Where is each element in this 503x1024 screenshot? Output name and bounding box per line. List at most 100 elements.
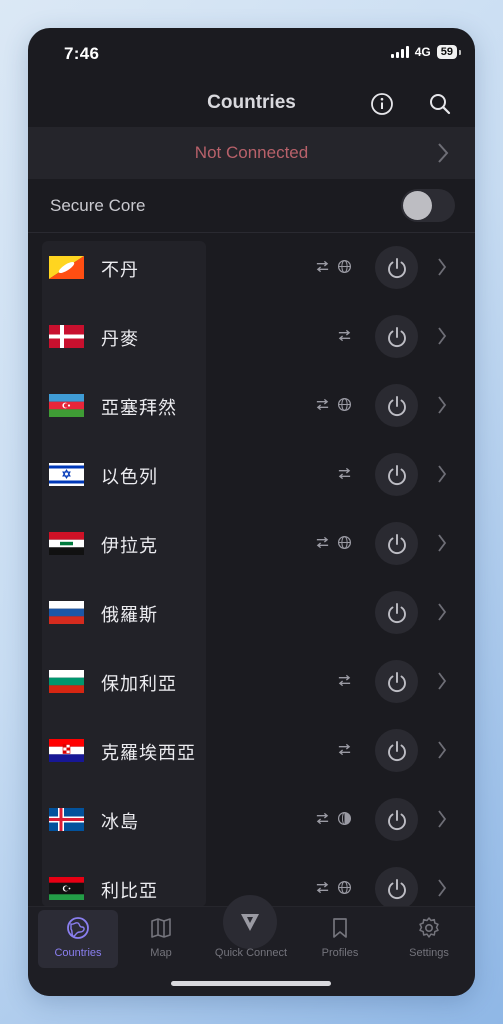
chevron-right-icon	[438, 143, 449, 163]
iraq-flag-icon	[49, 532, 84, 555]
connect-button[interactable]	[375, 522, 418, 565]
chevron-right-icon[interactable]	[437, 671, 447, 696]
country-row[interactable]: 克羅埃西亞	[28, 716, 475, 785]
power-icon	[387, 533, 406, 554]
country-name: 不丹	[101, 260, 139, 280]
chevron-right-icon[interactable]	[437, 257, 447, 282]
tab-countries[interactable]: Countries	[38, 910, 118, 968]
iceland-flag-icon	[49, 808, 84, 831]
battery-level: 59	[436, 45, 462, 59]
chevron-right-icon[interactable]	[437, 740, 447, 765]
tab-quick-connect[interactable]: Quick Connect	[211, 910, 291, 968]
connection-status-bar[interactable]: Not Connected	[28, 127, 475, 179]
country-row[interactable]: 俄羅斯	[28, 578, 475, 647]
country-name: 丹麥	[101, 329, 139, 349]
search-icon	[430, 94, 451, 115]
p2p-icon	[315, 535, 330, 550]
tab-settings[interactable]: Settings	[389, 910, 469, 968]
feature-icons	[315, 535, 352, 550]
feature-icons	[337, 466, 352, 481]
home-indicator	[171, 981, 331, 986]
tab-label: Map	[150, 947, 172, 959]
network-type: 4G	[414, 45, 431, 59]
country-row[interactable]: 亞塞拜然	[28, 371, 475, 440]
map-icon	[151, 918, 171, 938]
connect-button[interactable]	[375, 660, 418, 703]
connect-button[interactable]	[375, 246, 418, 289]
secure-core-label: Secure Core	[50, 196, 146, 215]
libya-flag-icon	[49, 877, 84, 900]
country-name: 保加利亞	[101, 674, 177, 694]
feature-icons	[337, 328, 352, 343]
connect-button[interactable]	[375, 453, 418, 496]
feature-icons	[337, 673, 352, 688]
tab-map[interactable]: Map	[121, 910, 201, 968]
power-icon	[387, 464, 406, 485]
country-name: 冰島	[101, 812, 139, 832]
p2p-icon	[337, 673, 352, 688]
p2p-icon	[315, 811, 330, 826]
connection-status-label: Not Connected	[194, 143, 309, 162]
country-row[interactable]: 伊拉克	[28, 509, 475, 578]
power-icon	[387, 395, 406, 416]
chevron-right-icon[interactable]	[437, 602, 447, 627]
azerbaijan-flag-icon	[49, 394, 84, 417]
country-row[interactable]: 冰島	[28, 785, 475, 854]
power-icon	[387, 740, 406, 761]
bookmark-icon	[333, 918, 347, 938]
denmark-flag-icon	[49, 325, 84, 348]
p2p-icon	[315, 259, 330, 274]
connect-button[interactable]	[375, 591, 418, 634]
power-icon	[387, 326, 406, 347]
chevron-right-icon[interactable]	[437, 395, 447, 420]
country-name: 利比亞	[101, 881, 158, 901]
tab-label: Profiles	[321, 947, 359, 959]
connect-button[interactable]	[375, 798, 418, 841]
tab-bar: Countries Map Quick Connect Profiles Set…	[28, 895, 475, 996]
bhutan-flag-icon	[49, 256, 84, 279]
israel-flag-icon	[49, 463, 84, 486]
power-icon	[387, 602, 406, 623]
tor-icon	[337, 535, 352, 550]
country-name: 亞塞拜然	[101, 398, 177, 418]
chevron-right-icon[interactable]	[437, 809, 447, 834]
info-button[interactable]	[367, 89, 397, 119]
tab-profiles[interactable]: Profiles	[300, 910, 380, 968]
tab-spacer	[239, 916, 263, 940]
country-row[interactable]: 丹麥	[28, 302, 475, 371]
info-icon	[371, 93, 393, 115]
power-icon	[387, 878, 406, 899]
gear-icon	[419, 917, 439, 938]
secure-core-row: Secure Core	[28, 179, 475, 233]
search-button[interactable]	[425, 89, 455, 119]
connect-button[interactable]	[375, 384, 418, 427]
status-time: 7:46	[64, 44, 100, 63]
country-row[interactable]: 以色列	[28, 440, 475, 509]
connect-button[interactable]	[375, 315, 418, 358]
power-icon	[387, 257, 406, 278]
connect-button[interactable]	[375, 867, 418, 907]
chevron-right-icon[interactable]	[437, 533, 447, 558]
signal-icon	[390, 46, 409, 58]
tor-icon	[337, 397, 352, 412]
connect-button[interactable]	[375, 729, 418, 772]
country-list: 不丹丹麥亞塞拜然以色列伊拉克俄羅斯保加利亞克羅埃西亞冰島利比亞	[28, 233, 475, 907]
toggle-knob	[403, 191, 432, 220]
status-bar: 7:46 4G 59	[28, 28, 475, 80]
secure-core-toggle[interactable]	[401, 189, 455, 222]
chevron-right-icon[interactable]	[437, 878, 447, 903]
feature-icons	[337, 742, 352, 757]
bulgaria-flag-icon	[49, 670, 84, 693]
country-name: 伊拉克	[101, 536, 158, 556]
country-row[interactable]: 保加利亞	[28, 647, 475, 716]
tor-icon	[337, 880, 352, 895]
power-icon	[387, 809, 406, 830]
status-indicators: 4G 59	[390, 45, 462, 59]
chevron-right-icon[interactable]	[437, 464, 447, 489]
country-row[interactable]: 不丹	[28, 233, 475, 302]
feature-icons	[315, 880, 352, 895]
feature-icons	[315, 811, 352, 826]
tab-label: Settings	[409, 947, 449, 959]
chevron-right-icon[interactable]	[437, 326, 447, 351]
power-icon	[387, 671, 406, 692]
